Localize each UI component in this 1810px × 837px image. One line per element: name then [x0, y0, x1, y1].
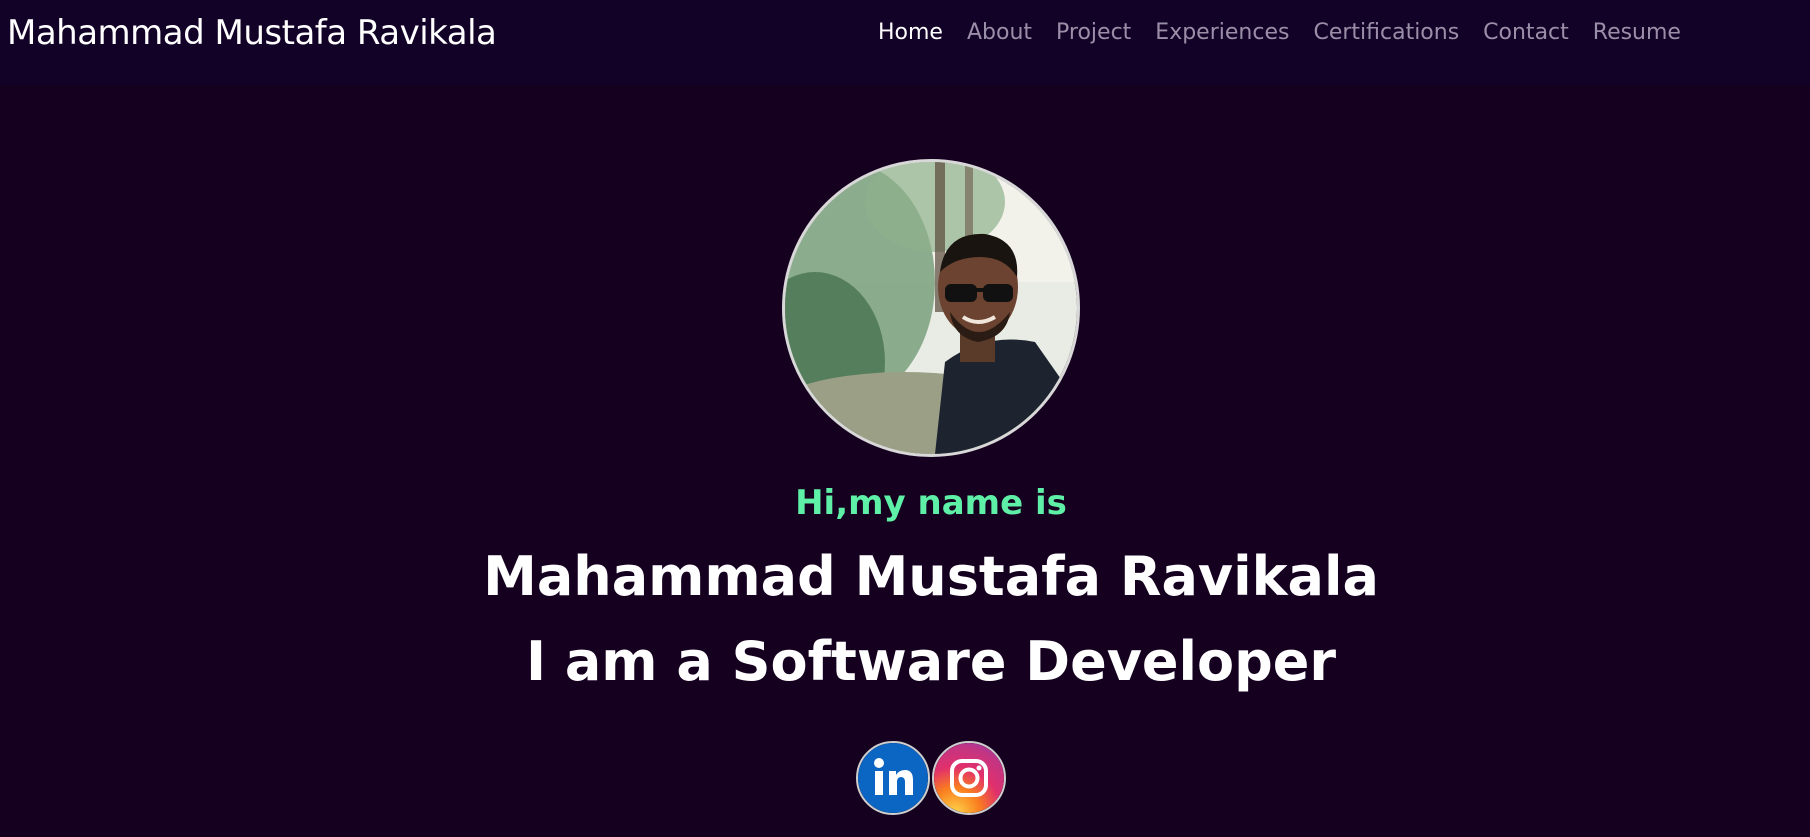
navbar: Mahammad Mustafa Ravikala Home About Pro… — [0, 0, 1810, 85]
nav-link-project[interactable]: Project — [1056, 20, 1131, 45]
linkedin-link[interactable] — [856, 741, 930, 815]
avatar — [782, 159, 1080, 457]
instagram-link[interactable] — [932, 741, 1006, 815]
social-links — [856, 741, 1006, 815]
nav-links: Home About Project Experiences Certifica… — [878, 20, 1705, 45]
nav-link-about[interactable]: About — [967, 20, 1032, 45]
hero-name: Mahammad Mustafa Ravikala — [483, 545, 1379, 608]
nav-link-certifications[interactable]: Certifications — [1313, 20, 1459, 45]
linkedin-icon — [858, 743, 928, 813]
nav-link-resume[interactable]: Resume — [1593, 20, 1681, 45]
nav-link-experiences[interactable]: Experiences — [1155, 20, 1289, 45]
avatar-photo — [785, 162, 1077, 454]
brand-title[interactable]: Mahammad Mustafa Ravikala — [7, 13, 497, 53]
hero-section: Hi,my name is Mahammad Mustafa Ravikala … — [0, 85, 1810, 837]
hero-role: I am a Software Developer — [525, 630, 1337, 693]
greeting-text: Hi,my name is — [795, 483, 1067, 523]
nav-link-home[interactable]: Home — [878, 20, 943, 45]
nav-link-contact[interactable]: Contact — [1483, 20, 1569, 45]
instagram-icon — [934, 743, 1004, 813]
